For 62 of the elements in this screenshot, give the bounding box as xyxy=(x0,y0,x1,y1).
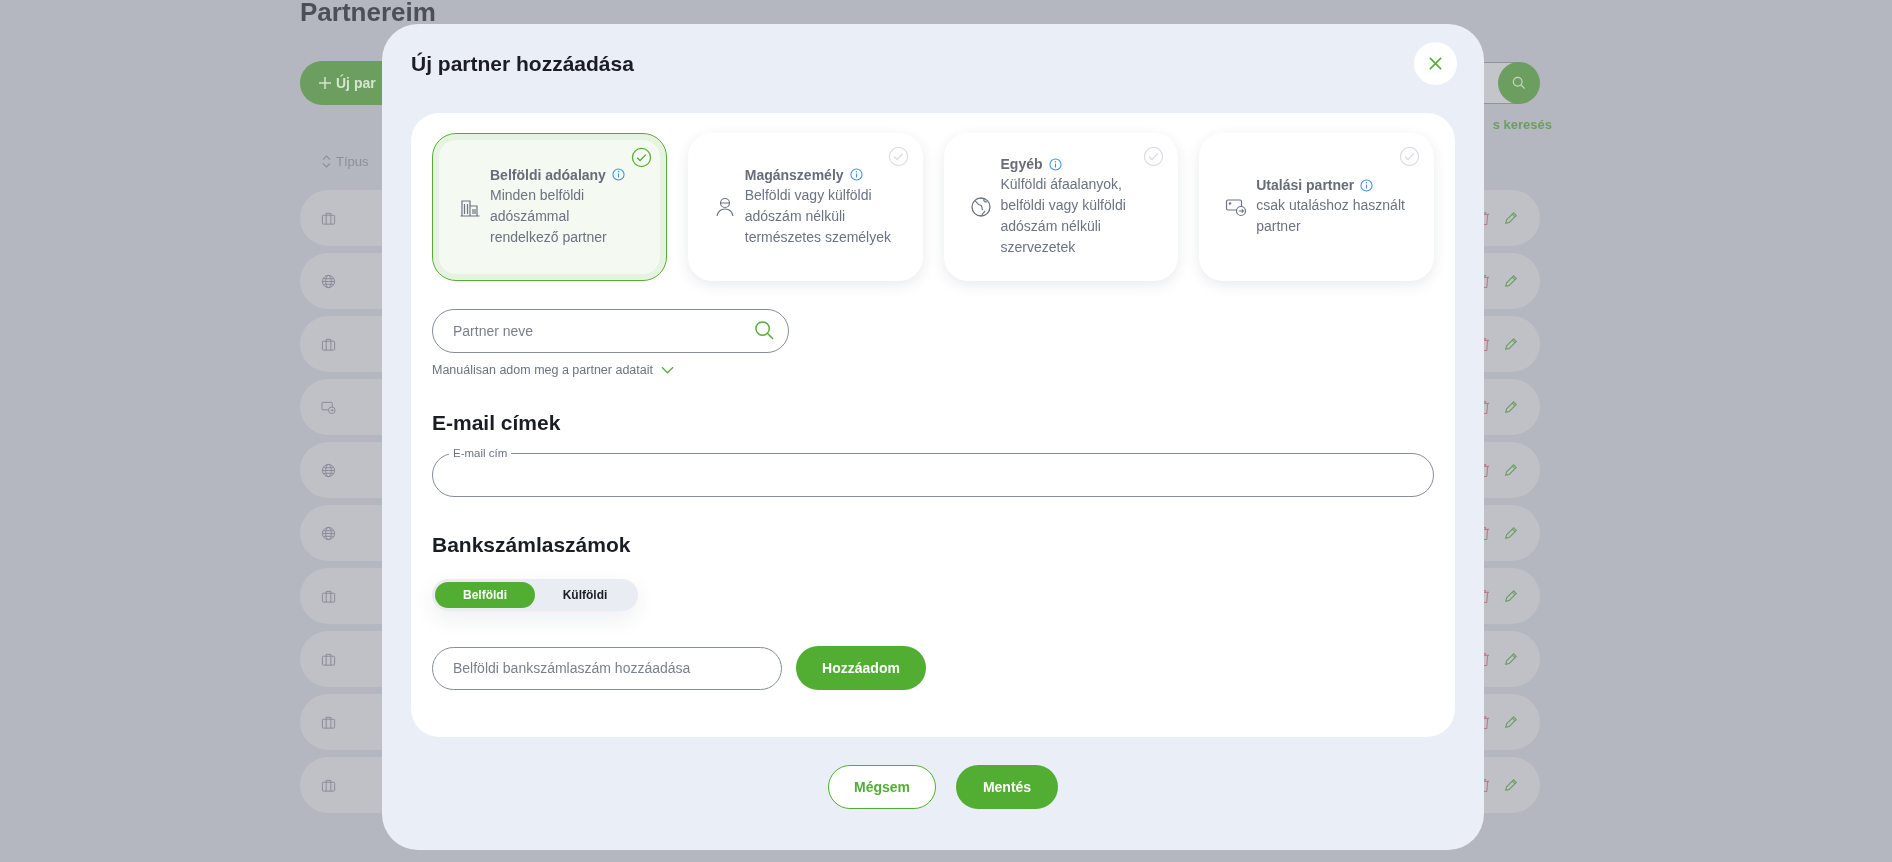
search-button[interactable] xyxy=(1498,62,1540,104)
cancel-button[interactable]: Mégsem xyxy=(828,765,936,809)
globe-icon xyxy=(321,525,336,541)
account-type-tab[interactable]: Belföldi xyxy=(435,582,535,608)
pencil-icon[interactable] xyxy=(1504,400,1518,414)
page-title: Partnereim xyxy=(300,0,437,24)
account-type-tab[interactable]: Külföldi xyxy=(535,582,635,608)
close-icon xyxy=(1428,56,1443,71)
card-title: Egyéb xyxy=(1000,156,1043,172)
person-icon xyxy=(713,196,736,218)
briefcase-icon xyxy=(321,651,336,667)
partner-type-card[interactable]: Utalási partner csak utaláshoz használt partner xyxy=(1199,133,1434,281)
close-button[interactable] xyxy=(1414,42,1457,85)
card-title: Belföldi adóalany xyxy=(490,166,606,183)
info-icon[interactable] xyxy=(611,168,625,181)
sort-icon xyxy=(322,155,331,168)
card-title: Magánszemély xyxy=(744,166,844,183)
card-title: Utalási partner xyxy=(1256,177,1355,193)
search-icon xyxy=(754,320,775,341)
pencil-icon[interactable] xyxy=(1504,715,1518,729)
card-description: Belföldi vagy külföldi adószám nélküli természetes személyek xyxy=(744,185,893,247)
search-icon xyxy=(1512,76,1526,90)
card-description: Minden belföldi adószámmal rendelkező partner xyxy=(490,185,608,247)
check-circle-icon xyxy=(887,146,909,167)
pencil-icon[interactable] xyxy=(1504,589,1518,603)
info-icon[interactable] xyxy=(1048,157,1062,171)
pencil-icon[interactable] xyxy=(1504,652,1518,666)
bank-account-field[interactable]: Belföldi bankszámlaszám hozzáadása xyxy=(432,646,782,690)
briefcase-icon xyxy=(321,777,336,793)
briefcase-icon xyxy=(321,210,336,226)
check-circle-icon xyxy=(1143,146,1165,167)
partner-name-field[interactable]: Partner neve xyxy=(432,309,789,353)
pencil-icon[interactable] xyxy=(1504,463,1518,477)
check-circle-icon xyxy=(1399,146,1420,167)
partner-type-card[interactable]: Belföldi adóalany Minden belföldi adószámmal rendelkező partner xyxy=(432,133,667,281)
pencil-icon[interactable] xyxy=(1504,778,1518,792)
partner-type-card[interactable]: Magánszemély Belföldi vagy külföldi adószám nélküli természetes személyek xyxy=(687,133,923,281)
pencil-icon[interactable] xyxy=(1504,274,1518,288)
pencil-icon[interactable] xyxy=(1504,526,1518,540)
briefcase-icon xyxy=(321,588,336,604)
money-transfer-icon xyxy=(321,399,336,415)
save-button[interactable]: Mentés xyxy=(956,765,1058,809)
section-heading: Bankszámlaszámok xyxy=(432,533,632,557)
plus-icon xyxy=(318,76,332,90)
globe-icon xyxy=(969,196,992,218)
info-icon[interactable] xyxy=(849,168,863,181)
globe-icon xyxy=(321,462,336,478)
manual-entry-link[interactable]: Manuálisan adom meg a partner adatait xyxy=(432,363,653,377)
briefcase-icon xyxy=(321,336,336,352)
card-description: csak utaláshoz használt partner xyxy=(1256,196,1406,236)
briefcase-icon xyxy=(321,714,336,730)
add-button[interactable]: Hozzáadom xyxy=(796,646,926,690)
money-transfer-icon xyxy=(1225,196,1248,218)
chevron-down-icon[interactable] xyxy=(660,366,674,374)
card-description: Külföldi áfaalanyok, belföldi vagy külföldi adószám nélküli szervezetek xyxy=(1000,175,1127,257)
check-circle-icon xyxy=(630,147,652,168)
info-icon[interactable] xyxy=(1360,178,1374,192)
section-heading: E-mail címek xyxy=(432,411,562,435)
globe-icon xyxy=(321,273,336,289)
pencil-icon[interactable] xyxy=(1504,211,1518,225)
pencil-icon[interactable] xyxy=(1504,337,1518,351)
partner-type-card[interactable]: Egyéb Külföldi áfaalanyok, belföldi vagy külföldi adószám nélküli szervezetek xyxy=(943,133,1179,281)
